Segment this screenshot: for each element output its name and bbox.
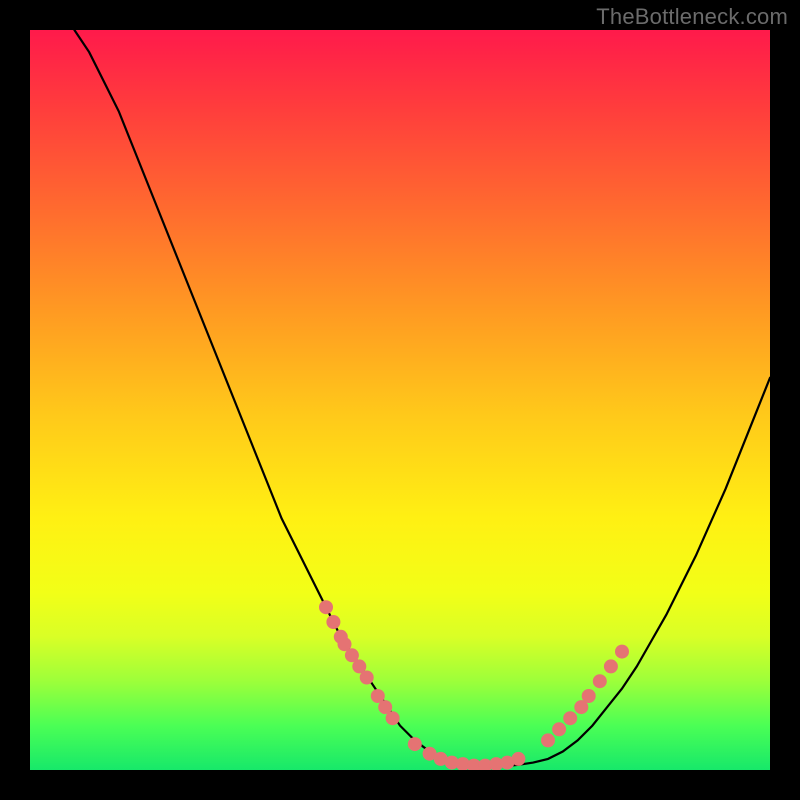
- marker-dot: [552, 722, 566, 736]
- chart-outer: TheBottleneck.com: [0, 0, 800, 800]
- marker-dot: [593, 674, 607, 688]
- marker-dot: [541, 733, 555, 747]
- marker-dot: [386, 711, 400, 725]
- marker-dot: [604, 659, 618, 673]
- plot-area: [30, 30, 770, 770]
- marker-dots: [319, 600, 629, 770]
- bottleneck-curve: [74, 30, 770, 766]
- marker-dot: [319, 600, 333, 614]
- marker-dot: [563, 711, 577, 725]
- marker-dot: [326, 615, 340, 629]
- marker-dot: [511, 752, 525, 766]
- marker-dot: [615, 645, 629, 659]
- marker-dot: [360, 671, 374, 685]
- watermark-text: TheBottleneck.com: [596, 4, 788, 30]
- marker-dot: [582, 689, 596, 703]
- marker-dot: [408, 737, 422, 751]
- curve-layer: [30, 30, 770, 770]
